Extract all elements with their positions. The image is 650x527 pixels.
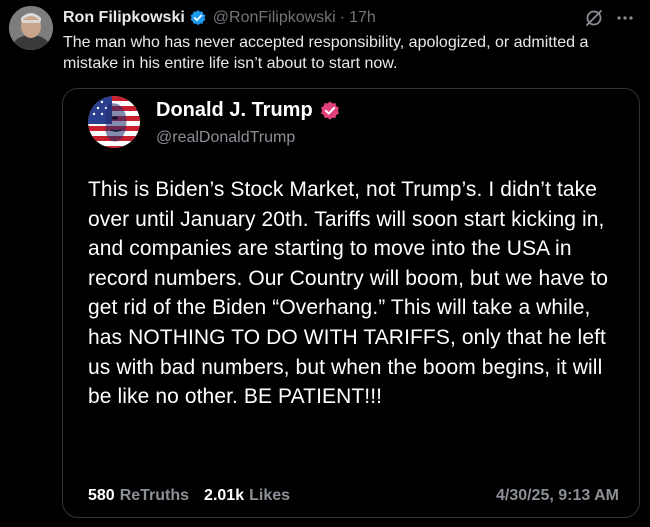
post-timestamp[interactable]: 17h xyxy=(349,9,376,27)
likes-count: 2.01k xyxy=(204,487,245,504)
quoted-post-card[interactable]: Donald J. Trump @realDonaldTrump This is… xyxy=(62,88,640,518)
retruths-label: ReTruths xyxy=(119,487,190,504)
likes-stat[interactable]: 2.01k Likes xyxy=(204,487,290,505)
author-name[interactable]: Ron Filipkowski xyxy=(63,9,185,27)
retruths-stat[interactable]: 580 ReTruths xyxy=(88,487,189,505)
post-header: Ron Filipkowski @RonFilipkowski · 17h xyxy=(63,8,376,28)
author-handle[interactable]: @RonFilipkowski xyxy=(213,9,336,27)
quoted-author-handle[interactable]: @realDonaldTrump xyxy=(156,129,295,147)
quoted-author-name[interactable]: Donald J. Trump xyxy=(156,99,313,122)
quoted-post-text: This is Biden’s Stock Market, not Trump’… xyxy=(88,178,609,409)
verified-badge-icon xyxy=(189,9,207,27)
grok-icon[interactable] xyxy=(584,8,604,33)
quoted-post-footer: 580 ReTruths 2.01k Likes 4/30/25, 9:13 A… xyxy=(88,485,619,507)
author-avatar[interactable] xyxy=(9,6,53,50)
post-text: The man who has never accepted responsib… xyxy=(63,34,589,72)
retruths-count: 580 xyxy=(88,487,115,504)
more-icon[interactable] xyxy=(616,9,634,32)
post-actions xyxy=(584,8,634,33)
quoted-author-row: Donald J. Trump xyxy=(156,99,341,122)
separator-dot: · xyxy=(339,9,346,26)
likes-label: Likes xyxy=(249,487,291,504)
quoted-author-avatar[interactable] xyxy=(88,96,140,148)
quoted-post-date: 4/30/25, 9:13 AM xyxy=(495,487,619,504)
post: Ron Filipkowski @RonFilipkowski · 17h Th xyxy=(0,0,650,527)
avatar-photo xyxy=(9,6,53,50)
verified-badge-icon xyxy=(319,100,341,122)
flag-face-avatar xyxy=(88,96,140,148)
